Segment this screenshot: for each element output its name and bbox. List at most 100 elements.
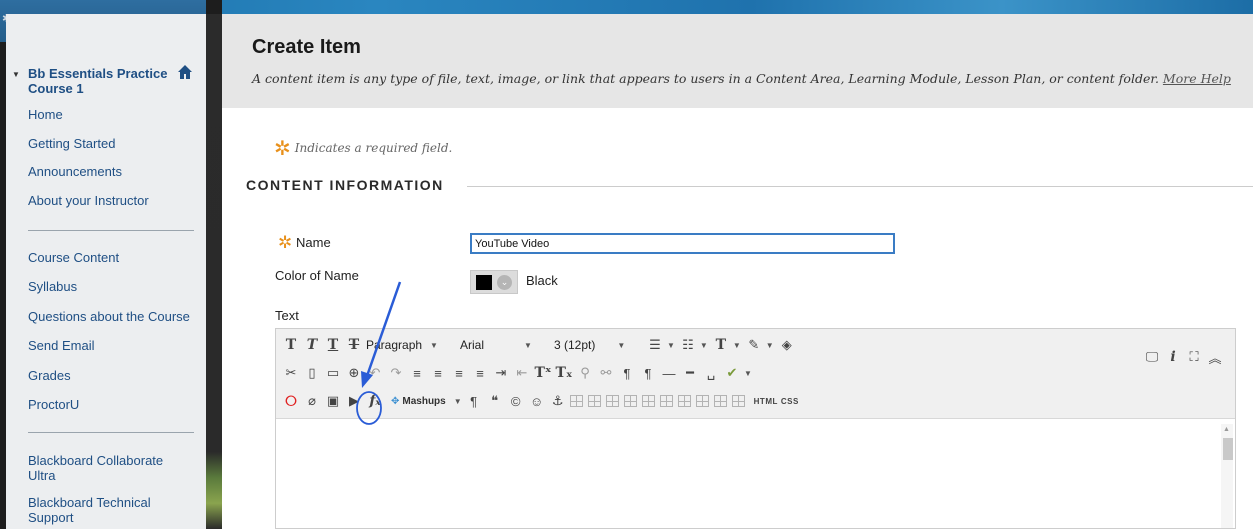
- sidebar-item-technical-support[interactable]: Blackboard Technical Support: [28, 495, 188, 525]
- split-cells-icon[interactable]: [731, 395, 745, 407]
- table-props-icon[interactable]: [587, 395, 601, 407]
- bullet-list-icon[interactable]: ☰: [646, 335, 664, 355]
- sidebar-item-about-instructor[interactable]: About your Instructor: [28, 193, 208, 208]
- sidebar-edge: [206, 14, 222, 529]
- size-select[interactable]: 3 (12pt) ▼: [554, 335, 638, 355]
- paste-icon[interactable]: ▭: [324, 363, 342, 383]
- sidebar-item-proctoru[interactable]: ProctorU: [28, 397, 208, 412]
- sidebar-item-collaborate-ultra[interactable]: Blackboard Collaborate Ultra: [28, 453, 188, 483]
- anchor-icon[interactable]: ⚓: [549, 391, 567, 411]
- required-note: ✲ Indicates a required field.: [274, 136, 452, 160]
- sidebar-item-send-email[interactable]: Send Email: [28, 338, 208, 353]
- css-button[interactable]: CSS: [781, 391, 799, 411]
- paragraph-mark-icon[interactable]: ¶: [465, 391, 483, 411]
- chevron-down-icon: ▼: [765, 340, 774, 350]
- highlight-icon[interactable]: ✎: [745, 335, 763, 355]
- chevron-down-icon: ⌄: [497, 275, 512, 290]
- page-title: Create Item: [252, 36, 361, 58]
- subscript-icon[interactable]: Tₓ: [555, 363, 573, 383]
- preview-icon[interactable]: 🖵: [1143, 347, 1161, 367]
- undo-icon[interactable]: ↶: [366, 363, 384, 383]
- insert-image-icon[interactable]: ▣: [324, 391, 342, 411]
- horizontal-rule-icon[interactable]: —: [660, 363, 678, 383]
- insert-table-icon[interactable]: [569, 395, 583, 407]
- sidebar-item-questions[interactable]: Questions about the Course: [28, 309, 208, 324]
- delete-col-icon[interactable]: [695, 395, 709, 407]
- sidebar-item-grades[interactable]: Grades: [28, 368, 208, 383]
- superscript-icon[interactable]: Tˣ: [534, 363, 552, 383]
- rtl-icon[interactable]: ¶: [639, 363, 657, 383]
- editor-body[interactable]: [276, 420, 1235, 528]
- sidebar-item-getting-started[interactable]: Getting Started: [28, 136, 208, 151]
- editor-scrollbar[interactable]: ▲: [1221, 424, 1233, 528]
- name-input[interactable]: [470, 233, 895, 254]
- chevron-down-icon: ▼: [732, 340, 741, 350]
- special-char-icon[interactable]: ©: [507, 391, 525, 411]
- numbered-list-icon[interactable]: ☷: [679, 335, 697, 355]
- chevron-down-icon: ▼: [430, 340, 438, 350]
- sidebar-divider: [28, 432, 194, 433]
- align-center-icon[interactable]: ≡: [429, 363, 447, 383]
- emoticon-icon[interactable]: ☺: [528, 391, 546, 411]
- course-title[interactable]: Bb Essentials Practice Course 1: [28, 66, 178, 96]
- collapse-toolbar-icon[interactable]: ︽: [1206, 347, 1224, 367]
- nonbreaking-space-icon[interactable]: ␣: [702, 363, 720, 383]
- align-right-icon[interactable]: ≡: [450, 363, 468, 383]
- paragraph-select-value: Paragraph: [366, 338, 423, 352]
- toolbar-row-1: T T T T Paragraph ▼ Arial ▼ 3 (12pt) ▼ ☰ ▼ ☷…: [282, 334, 799, 356]
- delete-row-icon[interactable]: [659, 395, 673, 407]
- page-description-text: A content item is any type of file, text…: [252, 71, 1159, 86]
- ltr-icon[interactable]: ¶: [618, 363, 636, 383]
- find-icon[interactable]: ⊕: [345, 363, 363, 383]
- unlink-icon[interactable]: ⚯: [597, 363, 615, 383]
- underline-icon[interactable]: T: [324, 335, 342, 355]
- outdent-icon[interactable]: ⇤: [513, 363, 531, 383]
- insert-col-icon[interactable]: [677, 395, 691, 407]
- italic-icon[interactable]: T: [303, 335, 321, 355]
- font-select[interactable]: Arial ▼: [460, 335, 546, 355]
- collapse-arrow-icon[interactable]: ▼: [12, 70, 20, 79]
- align-justify-icon[interactable]: ≡: [471, 363, 489, 383]
- indent-icon[interactable]: ⇥: [492, 363, 510, 383]
- required-star-icon: ✲: [278, 233, 293, 252]
- required-note-text: Indicates a required field.: [294, 141, 453, 155]
- sidebar-item-home[interactable]: Home: [28, 107, 208, 122]
- text-format-icon[interactable]: T: [282, 335, 300, 355]
- mashups-button[interactable]: ✥ Mashups ▼: [391, 391, 462, 411]
- info-icon[interactable]: i: [1164, 347, 1182, 367]
- strikethrough-icon[interactable]: T: [345, 335, 363, 355]
- row-props-icon[interactable]: [605, 395, 619, 407]
- spellcheck-icon[interactable]: ✔: [723, 363, 741, 383]
- thick-rule-icon[interactable]: ━: [681, 363, 699, 383]
- mashups-label: Mashups: [402, 395, 446, 407]
- insert-row-icon[interactable]: [641, 395, 655, 407]
- chevron-down-icon: ▼: [617, 340, 626, 350]
- home-icon[interactable]: [178, 64, 192, 80]
- cell-props-icon[interactable]: [623, 395, 637, 407]
- align-left-icon[interactable]: ≡: [408, 363, 426, 383]
- eraser-icon[interactable]: ◈: [778, 335, 796, 355]
- scroll-thumb[interactable]: [1223, 438, 1233, 460]
- insert-media-icon[interactable]: ▶: [345, 391, 363, 411]
- fullscreen-icon[interactable]: ⛶: [1185, 347, 1203, 367]
- sidebar-item-announcements[interactable]: Announcements: [28, 164, 208, 179]
- more-help-link[interactable]: More Help: [1163, 71, 1231, 86]
- math-formula-icon[interactable]: fₓ: [366, 391, 384, 411]
- sidebar-item-syllabus[interactable]: Syllabus: [28, 279, 208, 294]
- record-icon[interactable]: ⭘: [282, 391, 300, 411]
- sidebar-item-course-content[interactable]: Course Content: [28, 250, 208, 265]
- chevron-down-icon: ▼: [667, 340, 675, 350]
- redo-icon[interactable]: ↷: [387, 363, 405, 383]
- scroll-up-icon[interactable]: ▲: [1223, 426, 1230, 433]
- cut-icon[interactable]: ✂: [282, 363, 300, 383]
- html-button[interactable]: HTML: [754, 391, 778, 411]
- chevron-down-icon: ▼: [524, 340, 532, 350]
- copy-icon[interactable]: ▯: [303, 363, 321, 383]
- attach-file-icon[interactable]: ⌀: [303, 391, 321, 411]
- link-icon[interactable]: ⚲: [576, 363, 594, 383]
- text-color-icon[interactable]: T: [712, 335, 730, 355]
- blockquote-icon[interactable]: ❝: [486, 391, 504, 411]
- color-picker[interactable]: ⌄: [470, 270, 518, 294]
- paragraph-select[interactable]: Paragraph ▼: [366, 335, 452, 355]
- merge-cells-icon[interactable]: [713, 395, 727, 407]
